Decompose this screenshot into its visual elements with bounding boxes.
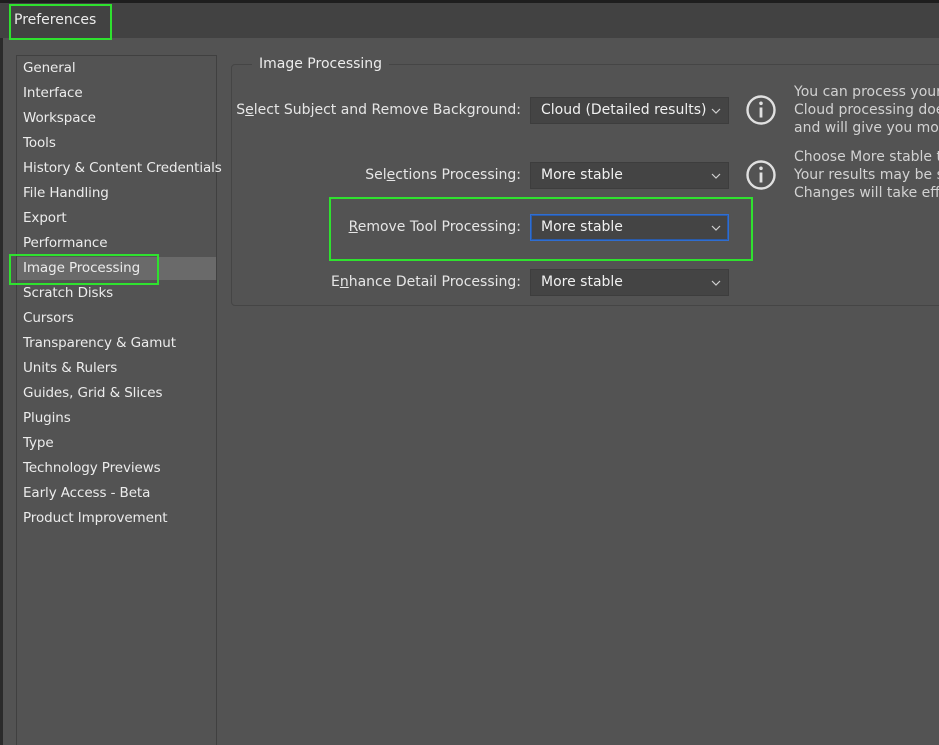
preferences-window: Preferences General Interface Workspace … (0, 0, 939, 745)
sidebar-item-performance[interactable]: Performance (17, 232, 216, 255)
chevron-down-icon (711, 108, 721, 114)
remove-tool-processing-label: Remove Tool Processing: (348, 219, 521, 235)
sidebar-item-interface[interactable]: Interface (17, 82, 216, 105)
selections-info-text: Choose More stable t Your results may be… (794, 149, 939, 201)
subject-info-text: You can process your Cloud processing do… (794, 84, 939, 136)
enhance-detail-processing-dropdown[interactable]: More stable (530, 269, 729, 296)
remove-tool-processing-dropdown[interactable]: More stable (530, 214, 729, 241)
chevron-down-icon (711, 173, 721, 179)
sidebar-item-units-rulers[interactable]: Units & Rulers (17, 357, 216, 380)
sidebar-item-general[interactable]: General (17, 57, 216, 80)
select-subject-dropdown[interactable]: Cloud (Detailed results) (530, 97, 729, 124)
sidebar-item-product-improvement[interactable]: Product Improvement (17, 507, 216, 530)
enhance-detail-processing-label: Enhance Detail Processing: (331, 274, 521, 290)
title-bar: Preferences (0, 0, 939, 38)
sidebar-item-export[interactable]: Export (17, 207, 216, 230)
sidebar-item-plugins[interactable]: Plugins (17, 407, 216, 430)
sidebar-item-cursors[interactable]: Cursors (17, 307, 216, 330)
select-subject-label: Select Subject and Remove Background: (236, 102, 521, 118)
info-circle-icon (746, 95, 776, 125)
selections-processing-label: Selections Processing: (365, 167, 521, 183)
select-subject-value: Cloud (Detailed results) (541, 102, 707, 118)
sidebar-item-scratch-disks[interactable]: Scratch Disks (17, 282, 216, 305)
remove-tool-processing-value: More stable (541, 219, 623, 235)
sidebar-item-guides-grid-slices[interactable]: Guides, Grid & Slices (17, 382, 216, 405)
sidebar-item-image-processing[interactable]: Image Processing (17, 257, 216, 280)
chevron-down-icon (711, 280, 721, 286)
sidebar-item-technology-previews[interactable]: Technology Previews (17, 457, 216, 480)
sidebar-item-tools[interactable]: Tools (17, 132, 216, 155)
sidebar-item-early-access-beta[interactable]: Early Access - Beta (17, 482, 216, 505)
group-title: Image Processing (252, 55, 390, 73)
window-left-edge (0, 38, 3, 745)
enhance-detail-processing-value: More stable (541, 274, 623, 290)
sidebar-item-type[interactable]: Type (17, 432, 216, 455)
info-circle-icon (746, 160, 776, 190)
window-title: Preferences (14, 12, 97, 28)
sidebar-item-transparency-gamut[interactable]: Transparency & Gamut (17, 332, 216, 355)
sidebar-item-history[interactable]: History & Content Credentials (17, 157, 222, 180)
chevron-down-icon (711, 225, 721, 231)
sidebar-item-file-handling[interactable]: File Handling (17, 182, 216, 205)
selections-processing-value: More stable (541, 167, 623, 183)
sidebar-item-workspace[interactable]: Workspace (17, 107, 216, 130)
selections-processing-dropdown[interactable]: More stable (530, 162, 729, 189)
preferences-sidebar: General Interface Workspace Tools Histor… (16, 55, 222, 745)
